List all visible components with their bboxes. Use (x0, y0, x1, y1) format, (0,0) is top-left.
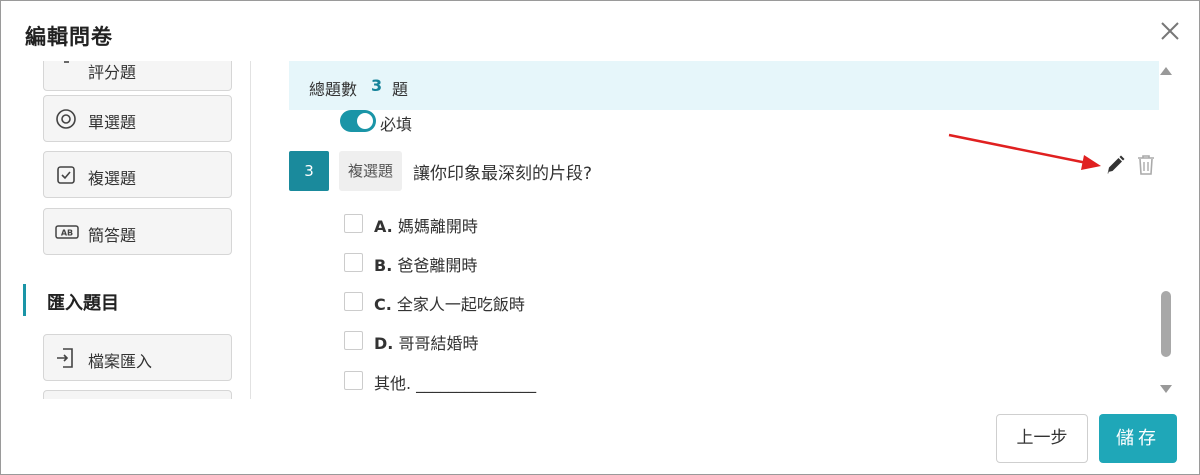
edit-survey-dialog: 編輯問卷 評分題 單選題 複選題 AB 簡答題 匯入題目 檔案匯入 總題數 3 … (0, 0, 1200, 475)
sidebar-item-label: 評分題 (88, 63, 137, 82)
section-indicator (23, 284, 26, 316)
dialog-title: 編輯問卷 (25, 25, 113, 49)
sidebar-item-next[interactable] (43, 390, 232, 399)
pencil-icon[interactable] (1104, 154, 1126, 176)
sidebar-item-label: 單選題 (88, 113, 137, 132)
sidebar-item-single-choice[interactable]: 單選題 (43, 95, 232, 142)
sidebar-item-label: 檔案匯入 (88, 352, 153, 371)
count-prefix: 總題數 (309, 80, 358, 99)
question-list: 總題數 3 題 必填 3 複選題 讓你印象最深刻的片段? A. 媽媽離開時 B.… (289, 61, 1159, 399)
option-text: 其他. _______________ (374, 374, 537, 393)
option-checkbox[interactable] (344, 253, 363, 272)
text-ab-icon: AB (55, 221, 79, 243)
count-suffix: 題 (392, 80, 409, 99)
option-text: 爸爸離開時 (397, 256, 478, 275)
sidebar-item-label: 簡答題 (88, 226, 137, 245)
question-type-sidebar: 評分題 單選題 複選題 AB 簡答題 匯入題目 檔案匯入 (1, 61, 251, 399)
option-checkbox[interactable] (344, 331, 363, 350)
sidebar-item-file-import[interactable]: 檔案匯入 (43, 334, 232, 381)
question-number: 3 (289, 151, 329, 191)
sidebar-item-multiple-choice[interactable]: 複選題 (43, 151, 232, 198)
option-checkbox[interactable] (344, 214, 363, 233)
import-section-title: 匯入題目 (47, 293, 119, 314)
required-toggle[interactable] (340, 110, 376, 132)
option-text: 媽媽離開時 (397, 217, 478, 236)
option-letter: A. (374, 217, 393, 236)
sidebar-item-short-answer[interactable]: AB 簡答題 (43, 208, 232, 255)
required-label: 必填 (380, 115, 413, 134)
rating-icon (55, 61, 77, 81)
sidebar-item-rating[interactable]: 評分題 (43, 61, 232, 91)
question-count: 3 (371, 76, 383, 95)
checkbox-icon (55, 164, 77, 186)
trash-icon[interactable] (1136, 153, 1156, 177)
previous-step-button[interactable]: 上一步 (996, 414, 1088, 463)
question-type-badge: 複選題 (339, 151, 402, 191)
close-icon[interactable] (1159, 20, 1181, 42)
scrollbar-thumb[interactable] (1161, 291, 1171, 357)
scroll-up-arrow[interactable] (1160, 67, 1172, 75)
sidebar-item-label: 複選題 (88, 169, 137, 188)
scroll-down-arrow[interactable] (1160, 385, 1172, 393)
option-text: 哥哥結婚時 (398, 334, 479, 353)
save-button[interactable]: 儲存 (1099, 414, 1177, 463)
toggle-knob (357, 113, 373, 129)
radio-icon (55, 108, 77, 130)
question-text: 讓你印象最深刻的片段? (413, 164, 593, 184)
option-checkbox[interactable] (344, 371, 363, 390)
option-letter: D. (374, 334, 394, 353)
svg-text:AB: AB (61, 229, 73, 238)
file-import-icon (55, 347, 77, 369)
question-count-bar: 總題數 3 題 (289, 61, 1159, 110)
option-letter: B. (374, 256, 393, 275)
option-letter: C. (374, 295, 392, 314)
option-checkbox[interactable] (344, 292, 363, 311)
option-text: 全家人一起吃飯時 (396, 295, 525, 314)
